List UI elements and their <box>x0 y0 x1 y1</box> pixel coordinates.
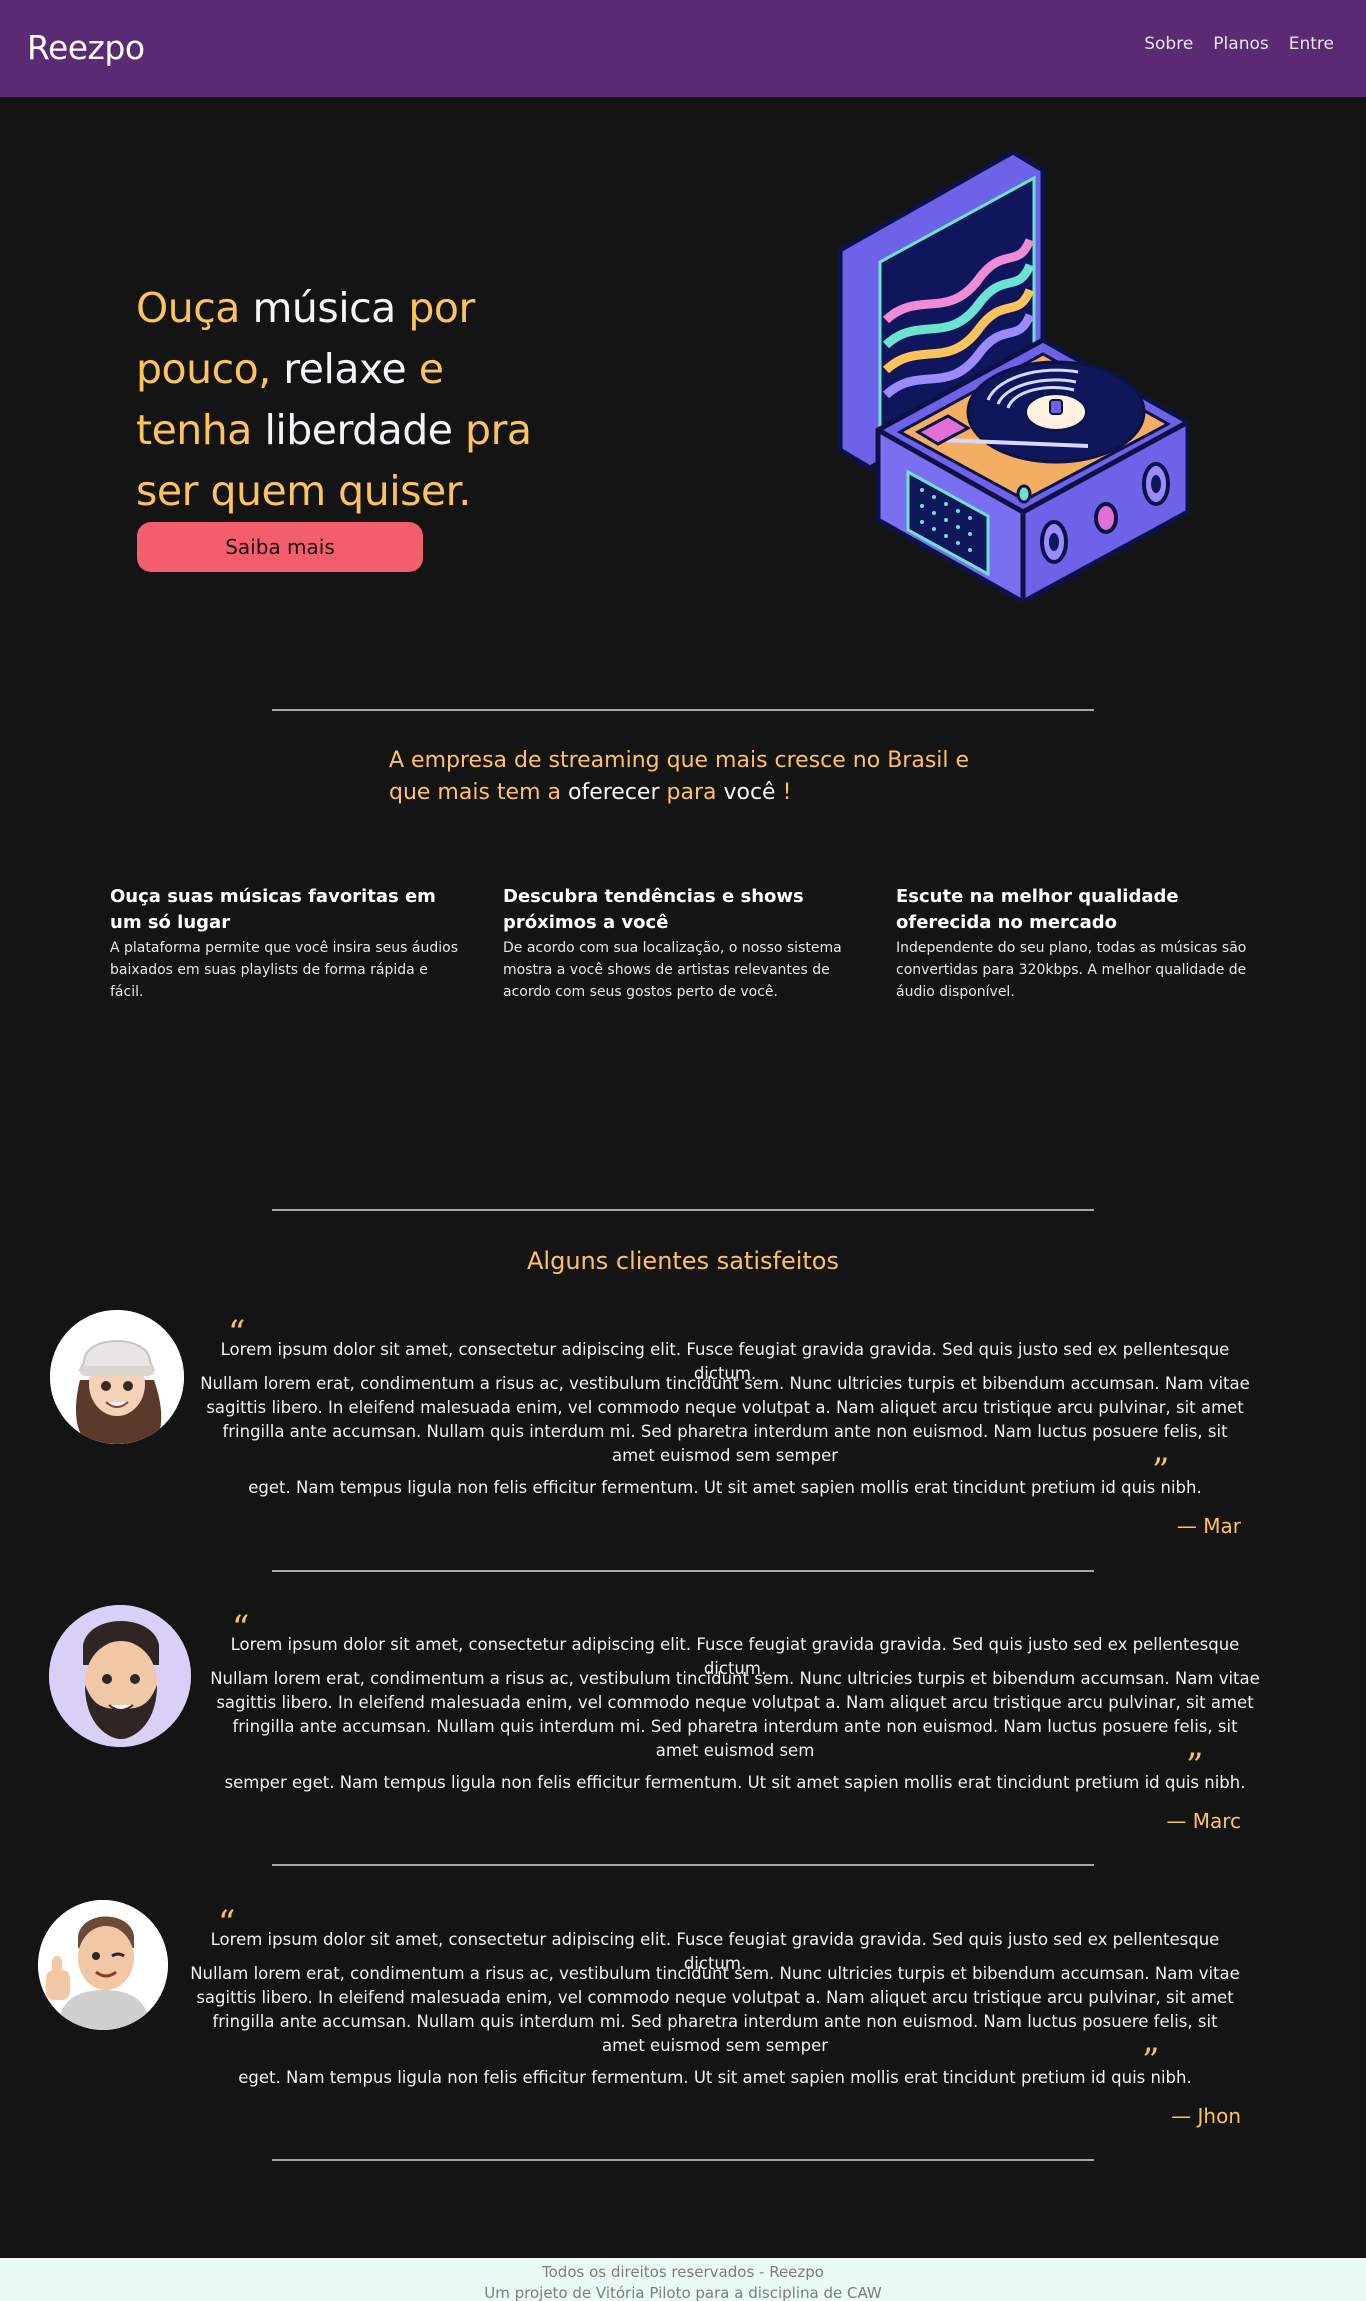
section-divider <box>272 1864 1094 1866</box>
testimonial-text: Nullam lorem erat, condimentum a risus a… <box>200 1374 1250 1465</box>
hero-title-part: Ouça <box>136 284 253 332</box>
company-title-part: você <box>723 780 776 805</box>
section-divider <box>272 1209 1094 1211</box>
company-title: A empresa de streaming que mais cresce n… <box>389 745 989 809</box>
hero-title-part: relaxe <box>283 345 419 393</box>
section-divider <box>272 709 1094 711</box>
footer-copyright: Todos os direitos reservados - Reezpo <box>542 2263 824 2281</box>
testimonial-text: Nullam lorem erat, condimentum a risus a… <box>210 1669 1260 1760</box>
testimonial-text: Nullam lorem erat, condimentum a risus a… <box>190 1964 1240 2055</box>
nav-links: Sobre Planos Entre <box>1144 34 1334 54</box>
nav-link-sobre[interactable]: Sobre <box>1144 34 1193 54</box>
testimonial-last-line: eget. Nam tempus ligula non felis effici… <box>248 1478 1202 1497</box>
turntable-icon <box>838 150 1190 602</box>
feature-text: Independente do seu plano, todas as músi… <box>896 940 1247 1000</box>
company-title-part: para <box>666 780 724 805</box>
feature-title: Descubra tendências e shows próximos a v… <box>503 886 804 933</box>
section-divider <box>272 1570 1094 1572</box>
nav-link-planos[interactable]: Planos <box>1213 34 1268 54</box>
hero-title: Ouça música por pouco, relaxe e tenha li… <box>136 278 556 522</box>
company-title-part: ! <box>775 780 792 805</box>
footer-credits: Um projeto de Vitória Piloto para a disc… <box>484 2284 882 2301</box>
testimonial-last-line: semper eget. Nam tempus ligula non felis… <box>224 1773 1246 1792</box>
brand-logo[interactable]: Reezpo <box>27 28 145 67</box>
nav-link-entre[interactable]: Entre <box>1289 34 1334 54</box>
hero-title-part: liberdade <box>264 406 466 454</box>
feature-card: Escute na melhor qualidade oferecida no … <box>896 884 1251 1003</box>
testimonial-author: — Jhon <box>1171 2104 1241 2128</box>
feature-text: De acordo com sua localização, o nosso s… <box>503 940 842 1000</box>
testimonial-author: — Mar <box>1176 1514 1241 1538</box>
feature-title: Ouça suas músicas favoritas em um só lug… <box>110 886 436 933</box>
testimonial-last-line: eget. Nam tempus ligula non felis effici… <box>238 2068 1192 2087</box>
features: Ouça suas músicas favoritas em um só lug… <box>110 884 1255 1003</box>
clients-title: Alguns clientes satisfeitos <box>527 1247 839 1275</box>
navbar: Reezpo Sobre Planos Entre <box>0 0 1366 97</box>
thumbs-up-man-avatar-icon <box>38 1900 168 2030</box>
section-divider <box>272 2159 1094 2161</box>
feature-card: Ouça suas músicas favoritas em um só lug… <box>110 884 465 1003</box>
girl-avatar-icon <box>50 1310 184 1444</box>
footer: Todos os direitos reservados - Reezpo Um… <box>0 2258 1366 2301</box>
company-title-part: oferecer <box>567 780 667 805</box>
bearded-man-avatar-icon <box>49 1605 191 1747</box>
testimonial-author: — Marc <box>1166 1809 1241 1833</box>
feature-text: A plataforma permite que você insira seu… <box>110 940 458 1000</box>
saiba-mais-button[interactable]: Saiba mais <box>137 522 423 572</box>
hero-title-part: música <box>252 284 409 332</box>
feature-title: Escute na melhor qualidade oferecida no … <box>896 886 1179 933</box>
feature-card: Descubra tendências e shows próximos a v… <box>503 884 858 1003</box>
